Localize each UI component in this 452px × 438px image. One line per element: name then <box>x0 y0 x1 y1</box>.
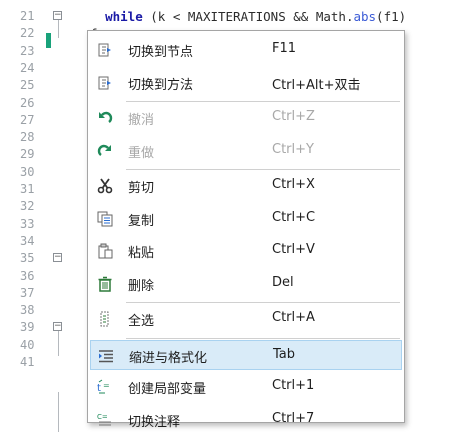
scissors-icon <box>96 177 114 195</box>
local-variable-icon: t = <box>96 378 114 396</box>
line-number: 26 <box>20 95 35 110</box>
line-number: 33 <box>20 216 35 231</box>
menu-item-label: 缩进与格式化 <box>129 350 208 366</box>
menu-item-shortcut: Ctrl+A <box>272 310 315 325</box>
menu-item-label: 重做 <box>128 145 155 161</box>
redo-icon <box>96 142 114 160</box>
line-number: 34 <box>20 233 35 248</box>
menu-item-delete[interactable]: 删除 Del <box>90 269 402 299</box>
line-number: 30 <box>20 164 35 179</box>
comment-icon: C= <box>96 411 114 429</box>
menu-item-label: 剪切 <box>128 181 155 196</box>
menu-item-shortcut: Ctrl+X <box>272 177 315 192</box>
menu-item-shortcut: Tab <box>273 346 296 362</box>
menu-item-shortcut: Ctrl+Z <box>272 109 315 124</box>
menu-item-indent-format[interactable]: 缩进与格式化 Tab <box>90 339 402 370</box>
trash-icon <box>96 275 114 293</box>
menu-item-label: 切换到方法 <box>128 77 194 93</box>
paste-icon <box>96 242 114 260</box>
menu-item-label: 创建局部变量 <box>128 382 207 397</box>
menu-item-shortcut: Ctrl+7 <box>272 410 315 426</box>
line-number: 22 <box>20 26 35 41</box>
line-number: 25 <box>20 78 35 93</box>
fold-guide-line <box>58 392 59 432</box>
menu-item-label: 复制 <box>128 213 155 229</box>
menu-item-shortcut: Del <box>272 274 294 290</box>
indent-format-icon <box>97 347 115 365</box>
fold-toggle-icon[interactable]: − <box>53 253 62 263</box>
line-number: 31 <box>20 182 35 196</box>
menu-item-shortcut: Ctrl+V <box>272 242 315 257</box>
menu-item-shortcut: Ctrl+1 <box>272 378 315 393</box>
menu-item-shortcut: Ctrl+Alt+双击 <box>272 77 361 93</box>
line-number: 38 <box>20 303 35 318</box>
line-number: 23 <box>20 43 35 58</box>
menu-item-label: 删除 <box>128 278 155 294</box>
svg-text:C=: C= <box>97 413 108 421</box>
menu-item-switch-to-node[interactable]: 切换到节点 F11 <box>90 35 402 65</box>
menu-item-switch-to-method[interactable]: 切换到方法 Ctrl+Alt+双击 <box>90 68 402 98</box>
fold-toggle-icon[interactable]: − <box>53 11 62 20</box>
menu-item-shortcut: Ctrl+Y <box>272 141 314 157</box>
menu-item-label: 全选 <box>128 314 155 329</box>
undo-icon <box>96 109 114 127</box>
select-all-icon <box>96 310 114 328</box>
line-number: 32 <box>20 199 35 214</box>
line-number: 36 <box>20 268 35 283</box>
line-number: 27 <box>20 112 35 127</box>
code-line[interactable]: 21 − while (k < MAXITERATIONS && Math.abs… <box>0 8 452 25</box>
menu-separator <box>126 302 400 303</box>
line-number: 39 <box>20 320 35 335</box>
menu-item-redo[interactable]: 重做 Ctrl+Y <box>90 136 402 166</box>
line-number: 21 <box>20 9 35 23</box>
menu-item-paste[interactable]: 粘贴 Ctrl+V <box>90 236 402 266</box>
copy-icon <box>96 210 114 228</box>
switch-node-icon <box>96 41 114 59</box>
code-text: while (k < MAXITERATIONS && Math.abs(f1) <box>105 9 407 24</box>
menu-item-label: 粘贴 <box>128 246 155 261</box>
menu-item-label: 撤消 <box>128 113 155 128</box>
menu-item-label: 切换注释 <box>128 414 181 430</box>
menu-item-toggle-comment[interactable]: C= 切换注释 Ctrl+7 <box>90 405 402 435</box>
menu-item-select-all[interactable]: 全选 Ctrl+A <box>90 304 402 334</box>
menu-item-cut[interactable]: 剪切 Ctrl+X <box>90 171 402 201</box>
line-number: 40 <box>20 337 35 352</box>
line-number: 24 <box>20 60 35 75</box>
svg-text:t: t <box>97 383 101 394</box>
switch-method-icon <box>96 74 114 92</box>
menu-separator <box>126 101 400 102</box>
line-number: 41 <box>20 355 35 369</box>
menu-separator <box>126 169 400 170</box>
menu-item-undo[interactable]: 撤消 Ctrl+Z <box>90 103 402 133</box>
menu-item-shortcut: Ctrl+C <box>272 209 316 225</box>
line-number: 29 <box>20 147 35 162</box>
menu-item-copy[interactable]: 复制 Ctrl+C <box>90 204 402 234</box>
menu-item-label: 切换到节点 <box>128 45 194 60</box>
line-number: 28 <box>20 130 35 145</box>
menu-separator <box>126 337 400 339</box>
context-menu: 切换到节点 F11 切换到方法 Ctrl+Alt+双击撤消 Ctrl+Z 重做 Ctrl+Y… <box>87 30 405 430</box>
fold-toggle-icon[interactable]: − <box>53 322 62 332</box>
menu-item-shortcut: F11 <box>272 41 297 56</box>
line-number: 35 <box>20 251 35 266</box>
menu-item-create-local-variable[interactable]: t = 创建局部变量 Ctrl+1 <box>90 372 402 402</box>
line-number: 37 <box>20 285 35 300</box>
svg-text:=: = <box>103 381 110 390</box>
